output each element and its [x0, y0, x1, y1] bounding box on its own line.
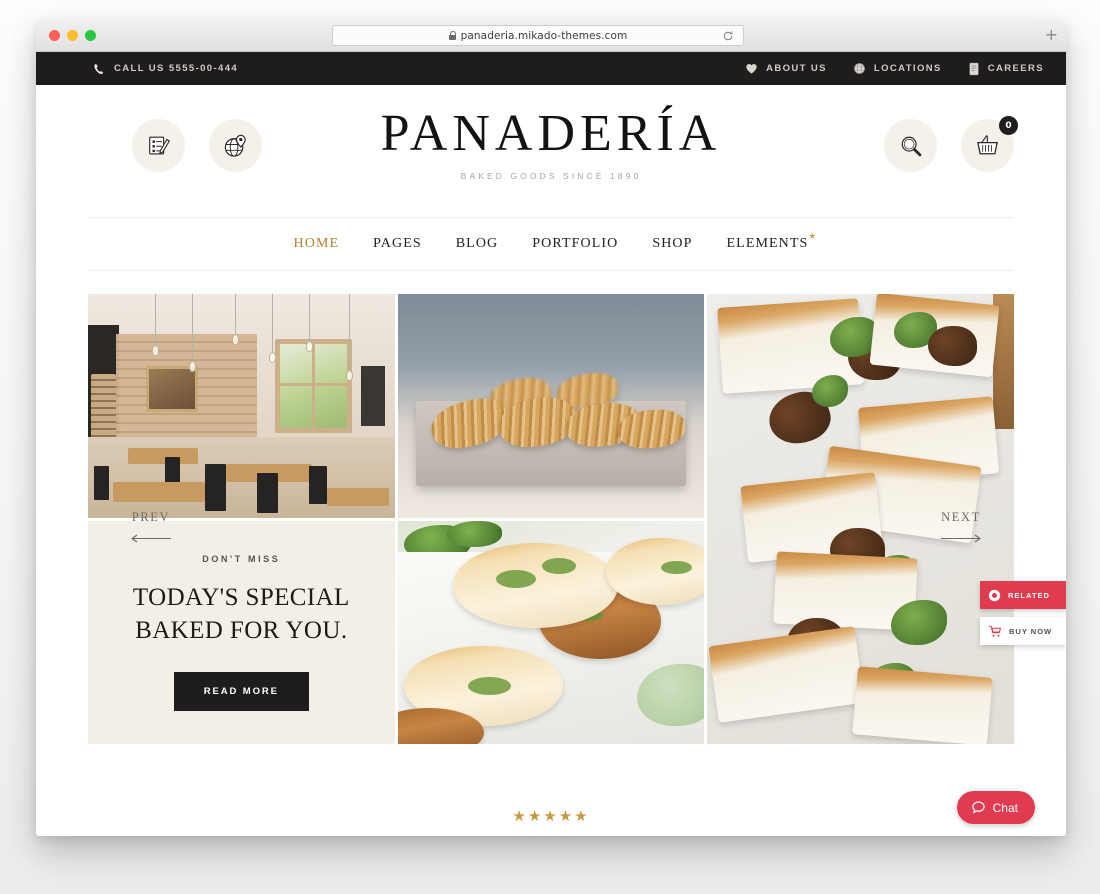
reload-icon[interactable]	[722, 30, 734, 42]
arrow-right-icon	[940, 532, 982, 547]
globe-icon	[853, 63, 865, 74]
image-grid: DON'T MISS TODAY'S SPECIAL BAKED FOR YOU…	[88, 294, 1014, 744]
chat-button[interactable]: Chat	[956, 791, 1035, 824]
maximize-window-button[interactable]	[85, 30, 96, 41]
garlic-bread-photo[interactable]	[397, 520, 705, 744]
call-us-label: CALL US 5555-00-444	[114, 63, 239, 74]
address-bar[interactable]: panaderia.mikado-themes.com	[332, 25, 744, 46]
cart-icon	[988, 625, 1002, 637]
star-icon: ★	[512, 808, 528, 825]
top-link-careers[interactable]: CAREERS	[968, 62, 1044, 76]
new-tab-button[interactable]: +	[1045, 27, 1058, 43]
buy-now-label: BUY NOW	[1009, 626, 1053, 636]
nav-item-shop[interactable]: SHOP	[652, 236, 692, 252]
star-icon: ★	[808, 231, 818, 241]
star-icon: ★	[558, 808, 575, 825]
lock-icon	[448, 31, 457, 40]
star-icon: ★	[543, 808, 559, 825]
hero-slider: DON'T MISS TODAY'S SPECIAL BAKED FOR YOU…	[88, 294, 1014, 744]
brand-tagline: BAKED GOODS SINCE 1890	[460, 170, 642, 181]
side-widget: RELATED BUY NOW	[980, 581, 1066, 645]
related-button[interactable]: RELATED	[980, 581, 1066, 609]
nav-item-elements[interactable]: ELEMENTS ★	[726, 231, 817, 252]
nav-item-home[interactable]: HOME	[294, 236, 340, 252]
bakery-interior-photo[interactable]	[88, 294, 395, 518]
close-window-button[interactable]	[49, 30, 60, 41]
minimize-window-button[interactable]	[67, 30, 78, 41]
nav-item-pages[interactable]: PAGES	[373, 236, 422, 252]
footer-area: ★★★★★ Chat	[36, 744, 1066, 836]
basket-icon[interactable]: 0	[961, 116, 1018, 172]
site-header: PANADERÍA BAKED GOODS SINCE 1890 0	[36, 85, 1066, 217]
related-label: RELATED	[1008, 590, 1050, 600]
site-top-bar: CALL US 5555-00-444 ABOUT US LOCATIONS C…	[36, 52, 1066, 85]
phone-icon	[94, 63, 104, 74]
star-icon: ★	[527, 808, 544, 825]
chat-bubble-icon	[971, 801, 985, 814]
browser-chrome-bar: panaderia.mikado-themes.com +	[36, 20, 1066, 52]
top-link-label: LOCATIONS	[873, 63, 942, 74]
read-more-button[interactable]: READ MORE	[173, 671, 309, 711]
nav-item-blog[interactable]: BLOG	[456, 236, 499, 252]
photo-detail	[275, 338, 352, 433]
promo-panel: DON'T MISS TODAY'S SPECIAL BAKED FOR YOU…	[88, 520, 395, 744]
slider-next-button[interactable]: NEXT	[940, 510, 982, 547]
header-right-icons: 0	[884, 116, 1018, 172]
photo-detail	[146, 365, 199, 413]
slider-prev-button[interactable]: PREV	[130, 510, 172, 547]
top-link-about-us[interactable]: ABOUT US	[745, 62, 827, 75]
main-navigation: HOME PAGES BLOG PORTFOLIO SHOP ELEMENTS ★	[88, 217, 1014, 271]
promo-title: TODAY'S SPECIAL BAKED FOR YOU.	[132, 583, 350, 644]
record-circle-icon	[988, 589, 1001, 601]
call-us-block[interactable]: CALL US 5555-00-444	[92, 62, 238, 76]
top-link-label: CAREERS	[987, 63, 1044, 74]
top-bar-links: ABOUT US LOCATIONS CAREERS	[745, 62, 1044, 76]
nav-item-portfolio[interactable]: PORTFOLIO	[532, 236, 618, 252]
photo-detail	[360, 365, 386, 426]
croissants-photo[interactable]	[397, 294, 705, 518]
top-link-label: ABOUT US	[766, 63, 827, 74]
search-icon[interactable]	[884, 119, 937, 172]
window-traffic-lights	[49, 30, 96, 41]
slider-prev-label: PREV	[131, 510, 171, 524]
rating-stars: ★★★★★	[36, 807, 1066, 825]
slider-next-label: NEXT	[941, 510, 981, 524]
document-icon	[969, 62, 979, 75]
promo-kicker: DON'T MISS	[202, 553, 281, 564]
heart-icon	[746, 63, 757, 74]
browser-window: panaderia.mikado-themes.com + CALL US 55…	[36, 20, 1066, 836]
url-text: panaderia.mikado-themes.com	[460, 29, 628, 42]
star-icon: ★	[574, 808, 590, 825]
chat-label: Chat	[992, 800, 1018, 815]
cart-count-badge: 0	[999, 116, 1018, 135]
nav-item-elements-label: ELEMENTS	[726, 236, 809, 251]
buy-now-button[interactable]: BUY NOW	[980, 617, 1066, 645]
arrow-left-icon	[130, 532, 172, 547]
top-link-locations[interactable]: LOCATIONS	[853, 62, 942, 75]
